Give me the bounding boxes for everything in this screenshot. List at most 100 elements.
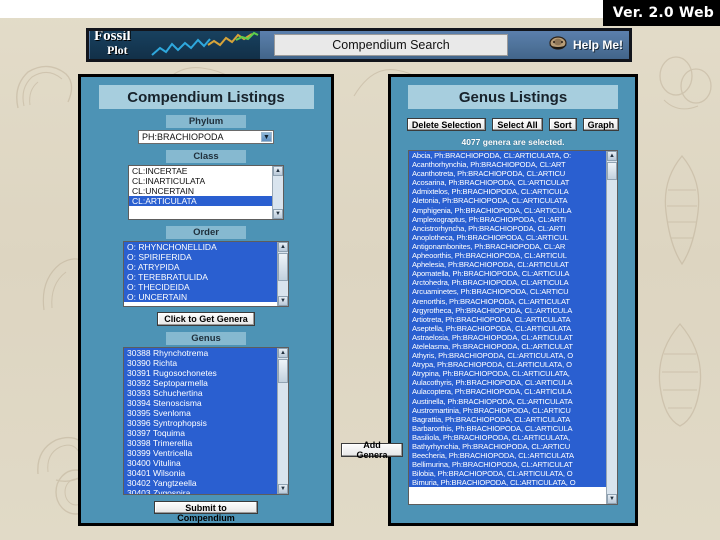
graph-button[interactable]: Graph bbox=[582, 118, 620, 131]
list-item[interactable]: Basiliola, Ph:BRACHIOPODA, CL:ARTICULATA… bbox=[409, 432, 606, 442]
list-item[interactable]: 30390 Richta bbox=[124, 358, 277, 368]
list-item[interactable]: Aletonia, Ph:BRACHIOPODA, CL:ARTICULATA bbox=[409, 196, 606, 206]
list-item[interactable]: 30395 Svenloma bbox=[124, 408, 277, 418]
scroll-up-icon[interactable]: ▲ bbox=[273, 166, 283, 176]
compendium-listings-panel: Compendium Listings Phylum PH:BRACHIOPOD… bbox=[78, 74, 334, 526]
list-item[interactable]: 30399 Ventricella bbox=[124, 448, 277, 458]
select-all-button[interactable]: Select All bbox=[492, 118, 543, 131]
phylum-selected-value: PH:BRACHIOPODA bbox=[142, 132, 224, 142]
submit-compendium-button[interactable]: Submit to Compendium bbox=[154, 501, 258, 523]
list-item[interactable]: Atrypina, Ph:BRACHIOPODA, CL:ARTICULATA, bbox=[409, 369, 606, 379]
list-item[interactable]: Atrypa, Ph:BRACHIOPODA, CL:ARTICULATA, O bbox=[409, 360, 606, 370]
order-scrollbar[interactable]: ▲ ▼ bbox=[277, 242, 288, 306]
selected-genus-items[interactable]: Abcia, Ph:BRACHIOPODA, CL:ARTICULATA, O:… bbox=[409, 151, 606, 504]
list-item[interactable]: O: THECIDEIDA bbox=[124, 282, 277, 292]
list-item[interactable]: 30401 Wilsonia bbox=[124, 468, 277, 478]
list-item[interactable]: Apomatella, Ph:BRACHIOPODA, CL:ARTICULA bbox=[409, 269, 606, 279]
list-item[interactable]: Arenorthis, Ph:BRACHIOPODA, CL:ARTICULAT bbox=[409, 296, 606, 306]
list-item[interactable]: CL:UNCERTAIN bbox=[129, 186, 272, 196]
list-item[interactable]: Aphelesia, Ph:BRACHIOPODA, CL:ARTICULAT bbox=[409, 260, 606, 270]
list-item[interactable]: CL:ARTICULATA bbox=[129, 196, 272, 206]
list-item[interactable]: Austromartinia, Ph:BRACHIOPODA, CL:ARTIC… bbox=[409, 405, 606, 415]
list-item[interactable]: O: SPIRIFERIDA bbox=[124, 252, 277, 262]
chevron-down-icon[interactable]: ▼ bbox=[261, 132, 272, 142]
list-item[interactable]: Beecheria, Ph:BRACHIOPODA, CL:ARTICULATA bbox=[409, 451, 606, 461]
scrollbar-thumb[interactable] bbox=[607, 162, 617, 180]
list-item[interactable]: 30403 Zygospira bbox=[124, 488, 277, 494]
scroll-down-icon[interactable]: ▼ bbox=[278, 484, 288, 494]
selected-genus-listbox[interactable]: Abcia, Ph:BRACHIOPODA, CL:ARTICULATA, O:… bbox=[408, 150, 618, 505]
sort-button[interactable]: Sort bbox=[548, 118, 577, 131]
selected-genus-scrollbar[interactable]: ▲ ▼ bbox=[606, 151, 617, 504]
list-item[interactable]: Astraelosia, Ph:BRACHIOPODA, CL:ARTICULA… bbox=[409, 332, 606, 342]
scroll-down-icon[interactable]: ▼ bbox=[278, 296, 288, 306]
class-scrollbar[interactable]: ▲ ▼ bbox=[272, 166, 283, 219]
order-listbox[interactable]: O: RHYNCHONELLIDA O: SPIRIFERIDA O: ATRYPI… bbox=[123, 241, 289, 307]
list-item[interactable]: Aulacoptera, Ph:BRACHIOPODA, CL:ARTICULA bbox=[409, 387, 606, 397]
list-item[interactable]: Atelelasma, Ph:BRACHIOPODA, CL:ARTICULAT bbox=[409, 341, 606, 352]
delete-selection-button[interactable]: Delete Selection bbox=[406, 118, 487, 131]
list-item[interactable]: Acanthotreta, Ph:BRACHIOPODA, CL:ARTICU bbox=[409, 169, 606, 179]
list-item[interactable]: 30398 Trimerellia bbox=[124, 438, 277, 448]
list-item[interactable]: Acanthorhynchia, Ph:BRACHIOPODA, CL:ART bbox=[409, 160, 606, 170]
list-item[interactable]: O: TEREBRATULIDA bbox=[124, 272, 277, 282]
list-item[interactable]: 30394 Stenoscisma bbox=[124, 398, 277, 408]
get-genera-button[interactable]: Click to Get Genera bbox=[157, 312, 255, 326]
list-item[interactable]: Artiotreta, Ph:BRACHIOPODA, CL:ARTICULAT… bbox=[409, 314, 606, 324]
list-item[interactable]: Antigonambonites, Ph:BRACHIOPODA, CL:AR bbox=[409, 241, 606, 252]
list-item[interactable]: Admixtelos, Ph:BRACHIOPODA, CL:ARTICULA bbox=[409, 187, 606, 197]
list-item[interactable]: Amplexograptus, Ph:BRACHIOPODA, CL:ARTI bbox=[409, 214, 606, 224]
list-item[interactable]: 30391 Rugosochonetes bbox=[124, 368, 277, 378]
scroll-up-icon[interactable]: ▲ bbox=[278, 242, 288, 252]
list-item[interactable]: Anoplotheca, Ph:BRACHIOPODA, CL:ARTICUL bbox=[409, 232, 606, 242]
genus-scrollbar[interactable]: ▲ ▼ bbox=[277, 348, 288, 494]
list-item[interactable]: Arctohedra, Ph:BRACHIOPODA, CL:ARTICULA bbox=[409, 278, 606, 288]
app-banner: Fossil Plot Compendium Search Help Me! bbox=[86, 28, 632, 62]
list-item[interactable]: CL:INARTICULATA bbox=[129, 176, 272, 186]
scroll-down-icon[interactable]: ▼ bbox=[273, 209, 283, 219]
list-item[interactable]: 30388 Rhynchotrema bbox=[124, 348, 277, 358]
add-genera-button[interactable]: Add Genera bbox=[341, 440, 403, 460]
list-item[interactable]: Bellimurina, Ph:BRACHIOPODA, CL:ARTICULA… bbox=[409, 460, 606, 470]
list-item[interactable]: O: RHYNCHONELLIDA bbox=[124, 242, 277, 252]
list-item[interactable]: O: ATRYPIDA bbox=[124, 262, 277, 272]
list-item[interactable]: Barbarorthis, Ph:BRACHIOPODA, CL:ARTICUL… bbox=[409, 423, 606, 433]
genus-listbox[interactable]: 30388 Rhynchotrema 30390 Richta 30391 Rugo… bbox=[123, 347, 289, 495]
class-listbox[interactable]: CL:INCERTAE CL:INARTICULATA CL:UNCERTAIN CL… bbox=[128, 165, 284, 220]
class-listbox-items[interactable]: CL:INCERTAE CL:INARTICULATA CL:UNCERTAIN CL… bbox=[129, 166, 272, 219]
list-item[interactable]: Bathyrhynchia, Ph:BRACHIOPODA, CL:ARTICU bbox=[409, 442, 606, 452]
list-item[interactable]: 30392 Septoparmella bbox=[124, 378, 277, 388]
list-item[interactable]: 30400 Vitulina bbox=[124, 458, 277, 468]
list-item[interactable]: Amphigenia, Ph:BRACHIOPODA, CL:ARTICULA bbox=[409, 205, 606, 215]
list-item[interactable]: Acosarina, Ph:BRACHIOPODA, CL:ARTICULAT bbox=[409, 178, 606, 188]
list-item[interactable]: CL:INCERTAE bbox=[129, 166, 272, 176]
list-item[interactable]: Ancistrorhyncha, Ph:BRACHIOPODA, CL:ARTI bbox=[409, 223, 606, 233]
list-item[interactable]: O: UNCERTAIN bbox=[124, 292, 277, 302]
list-item[interactable]: Argyrotheca, Ph:BRACHIOPODA, CL:ARTICULA bbox=[409, 305, 606, 315]
scroll-down-icon[interactable]: ▼ bbox=[607, 494, 617, 504]
scroll-up-icon[interactable]: ▲ bbox=[607, 151, 617, 161]
list-item[interactable]: Aulacothyris, Ph:BRACHIOPODA, CL:ARTICUL… bbox=[409, 378, 606, 388]
list-item[interactable]: Bagrattia, Ph:BRACHIOPODA, CL:ARTICULATA bbox=[409, 414, 606, 424]
phylum-select[interactable]: PH:BRACHIOPODA ▼ bbox=[138, 130, 274, 144]
list-item[interactable]: Bilobia, Ph:BRACHIOPODA, CL:ARTICULATA, … bbox=[409, 469, 606, 479]
order-listbox-items[interactable]: O: RHYNCHONELLIDA O: SPIRIFERIDA O: ATRYPI… bbox=[124, 242, 277, 306]
list-item[interactable]: 30397 Toquima bbox=[124, 428, 277, 438]
list-item[interactable]: Apheoorthis, Ph:BRACHIOPODA, CL:ARTICUL bbox=[409, 251, 606, 261]
list-item[interactable]: Aseptella, Ph:BRACHIOPODA, CL:ARTICULATA bbox=[409, 323, 606, 333]
list-item[interactable]: 30396 Syntrophopsis bbox=[124, 418, 277, 428]
scroll-up-icon[interactable]: ▲ bbox=[278, 348, 288, 358]
list-item[interactable]: 30402 Yangtzeella bbox=[124, 478, 277, 488]
list-item[interactable]: Bimuria, Ph:BRACHIOPODA, CL:ARTICULATA, … bbox=[409, 478, 606, 488]
genus-listbox-items[interactable]: 30388 Rhynchotrema 30390 Richta 30391 Rugo… bbox=[124, 348, 277, 494]
scrollbar-thumb[interactable] bbox=[278, 359, 288, 383]
scrollbar-thumb[interactable] bbox=[278, 253, 288, 281]
list-item[interactable]: Abcia, Ph:BRACHIOPODA, CL:ARTICULATA, O: bbox=[409, 151, 606, 161]
fossil-illustration bbox=[654, 52, 716, 122]
fossil-plot-logo: Fossil Plot bbox=[90, 31, 260, 59]
list-item[interactable]: Arcuaminetes, Ph:BRACHIOPODA, CL:ARTICU bbox=[409, 287, 606, 297]
list-item[interactable]: 30393 Schuchertina bbox=[124, 388, 277, 398]
help-button[interactable]: Help Me! bbox=[547, 36, 623, 54]
list-item[interactable]: Athyris, Ph:BRACHIOPODA, CL:ARTICULATA, … bbox=[409, 351, 606, 361]
list-item[interactable]: Austinella, Ph:BRACHIOPODA, CL:ARTICULAT… bbox=[409, 396, 606, 406]
